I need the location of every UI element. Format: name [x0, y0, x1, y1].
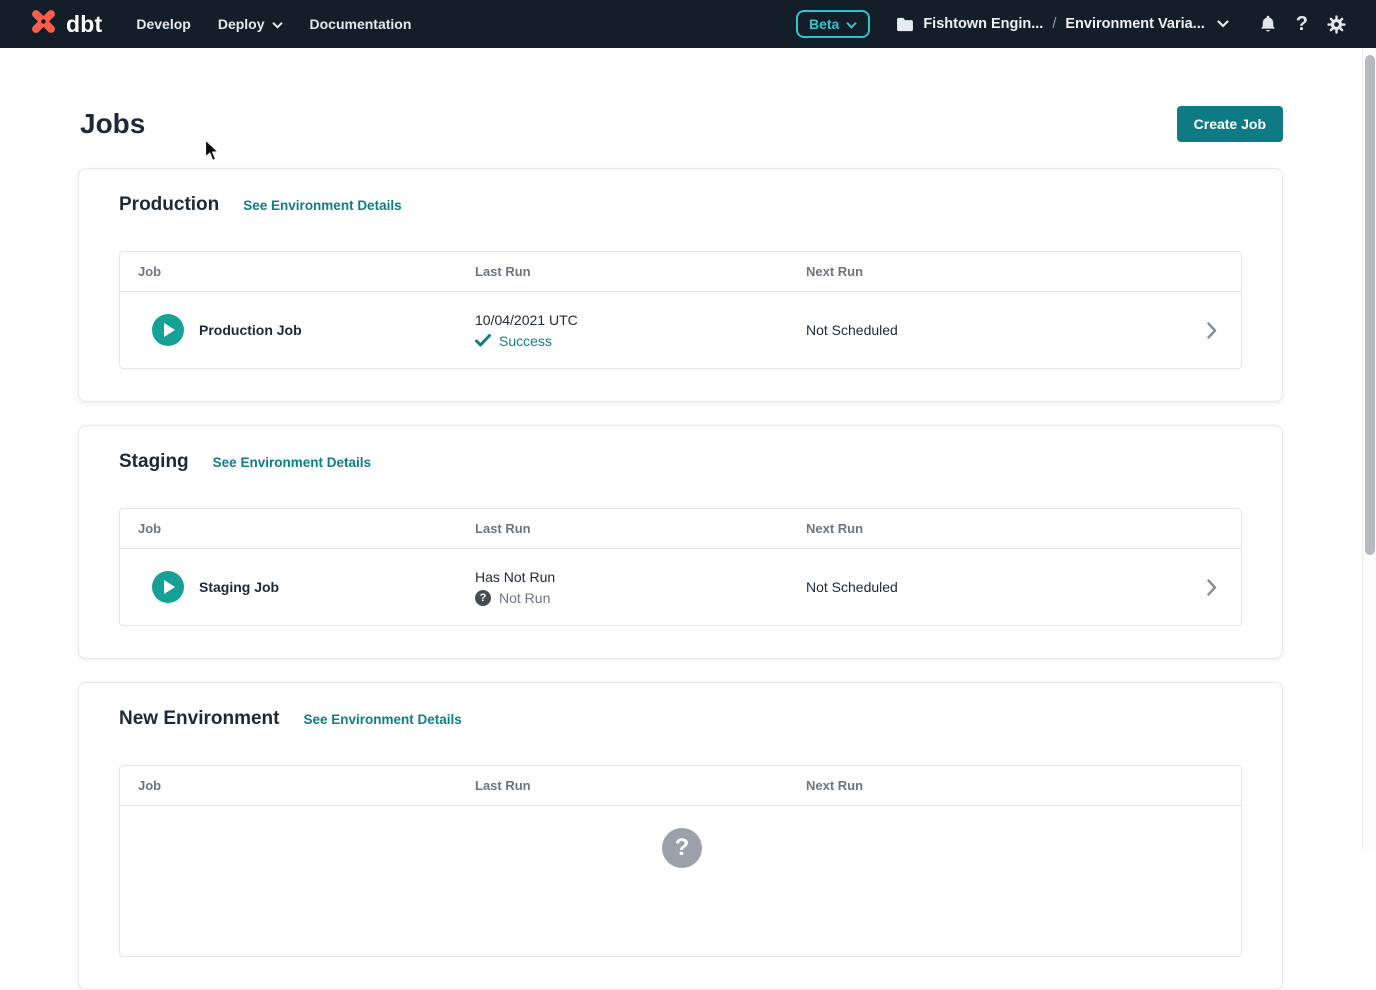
column-header-last-run: Last Run [475, 778, 806, 793]
empty-jobs-body: ? [120, 806, 1241, 956]
job-name: Production Job [199, 322, 302, 338]
folder-icon [896, 17, 914, 32]
main-content: Jobs Create Job Production See Environme… [0, 102, 1362, 990]
jobs-table: Job Last Run Next Run ? [119, 765, 1242, 957]
play-icon [164, 580, 175, 594]
column-header-last-run: Last Run [475, 264, 806, 279]
top-navigation-bar: dbt Develop Deploy Documentation Beta Fi… [0, 0, 1376, 48]
play-job-button[interactable] [152, 571, 184, 603]
last-run-cell: 10/04/2021 UTC Success [475, 312, 806, 349]
vertical-scrollbar [1362, 48, 1376, 850]
see-environment-details-link[interactable]: See Environment Details [303, 712, 461, 727]
table-row-production-job[interactable]: Production Job 10/04/2021 UTC Success No… [120, 292, 1241, 368]
table-header-row: Job Last Run Next Run [120, 509, 1241, 549]
dbt-logo-text: dbt [66, 11, 102, 38]
chevron-down-icon[interactable] [1217, 20, 1229, 28]
jobs-table: Job Last Run Next Run Staging Job Has No… [119, 508, 1242, 626]
empty-state-question-icon: ? [662, 828, 702, 868]
help-icon[interactable]: ? [1296, 14, 1308, 34]
beta-dropdown-button[interactable]: Beta [796, 10, 870, 38]
job-name: Staging Job [199, 579, 279, 595]
table-header-row: Job Last Run Next Run [120, 766, 1241, 806]
breadcrumb-page[interactable]: Environment Varia... [1065, 16, 1204, 32]
column-header-job: Job [120, 778, 475, 793]
breadcrumb-separator: / [1052, 16, 1056, 32]
column-header-last-run: Last Run [475, 521, 806, 536]
table-header-row: Job Last Run Next Run [120, 252, 1241, 292]
status-badge[interactable]: Success [499, 333, 552, 349]
scrollbar-thumb[interactable] [1365, 55, 1375, 555]
environment-card-production: Production See Environment Details Job L… [78, 168, 1283, 402]
bell-icon[interactable] [1259, 14, 1277, 34]
chevron-down-icon [272, 16, 283, 32]
not-run-question-icon: ? [475, 590, 491, 606]
page-header: Jobs Create Job [78, 102, 1283, 146]
breadcrumb-project[interactable]: Fishtown Engin... [923, 16, 1043, 32]
environment-name: Production [119, 194, 219, 216]
nav-item-deploy[interactable]: Deploy [218, 16, 283, 32]
success-check-icon [475, 334, 491, 347]
environment-name: Staging [119, 451, 189, 473]
chevron-down-icon [846, 16, 857, 32]
create-job-button[interactable]: Create Job [1177, 106, 1283, 142]
topbar-right-cluster: Beta Fishtown Engin... / Environment Var… [796, 10, 1346, 38]
breadcrumb: Fishtown Engin... / Environment Varia... [896, 16, 1228, 32]
environment-card-staging: Staging See Environment Details Job Last… [78, 425, 1283, 659]
see-environment-details-link[interactable]: See Environment Details [213, 455, 371, 470]
nav-item-develop[interactable]: Develop [136, 16, 190, 32]
last-run-cell: Has Not Run ? Not Run [475, 569, 806, 606]
topbar-icon-group: ? [1259, 14, 1346, 34]
see-environment-details-link[interactable]: See Environment Details [243, 198, 401, 213]
jobs-table: Job Last Run Next Run Production Job 10/… [119, 251, 1242, 369]
environment-card-new-environment: New Environment See Environment Details … [78, 682, 1283, 990]
nav-item-documentation[interactable]: Documentation [310, 16, 412, 32]
column-header-job: Job [120, 521, 475, 536]
row-chevron-right-icon[interactable] [1183, 322, 1241, 339]
play-job-button[interactable] [152, 314, 184, 346]
gear-icon[interactable] [1327, 15, 1346, 34]
row-chevron-right-icon[interactable] [1183, 579, 1241, 596]
page-title: Jobs [80, 108, 145, 140]
next-run-cell: Not Scheduled [806, 322, 1183, 338]
column-header-next-run: Next Run [806, 778, 1183, 793]
main-nav: Develop Deploy Documentation [136, 16, 411, 32]
last-run-date: Has Not Run [475, 569, 806, 585]
dbt-logo[interactable]: dbt [28, 6, 102, 42]
table-row-staging-job[interactable]: Staging Job Has Not Run ? Not Run Not Sc… [120, 549, 1241, 625]
status-badge: Not Run [499, 590, 550, 606]
dbt-logo-icon [28, 6, 59, 42]
last-run-date: 10/04/2021 UTC [475, 312, 806, 328]
column-header-next-run: Next Run [806, 264, 1183, 279]
play-icon [164, 323, 175, 337]
column-header-next-run: Next Run [806, 521, 1183, 536]
next-run-cell: Not Scheduled [806, 579, 1183, 595]
environment-name: New Environment [119, 708, 279, 730]
column-header-job: Job [120, 264, 475, 279]
